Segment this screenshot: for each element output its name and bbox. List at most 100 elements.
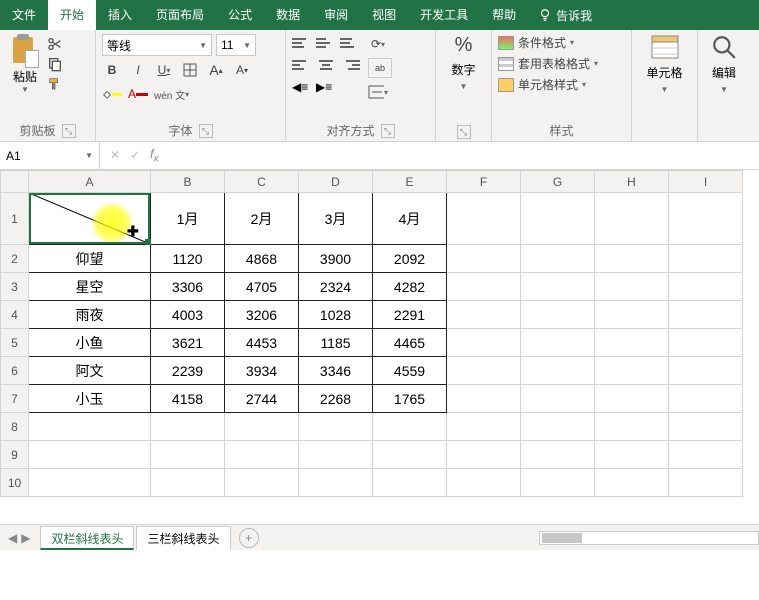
cell-E10[interactable] (373, 469, 447, 497)
cell-B6[interactable]: 2239 (151, 357, 225, 385)
cell-G8[interactable] (521, 413, 595, 441)
tab-help[interactable]: 帮助 (480, 0, 528, 30)
grow-font-button[interactable]: A▴ (206, 60, 226, 80)
cell-E1[interactable]: 4月 (373, 193, 447, 245)
cell-D4[interactable]: 1028 (299, 301, 373, 329)
font-name-select[interactable]: 等线▼ (102, 34, 212, 56)
cell-I10[interactable] (669, 469, 743, 497)
conditional-format-button[interactable]: 条件格式▾ (498, 34, 625, 51)
cut-button[interactable] (46, 36, 64, 52)
cell-I5[interactable] (669, 329, 743, 357)
cell-H9[interactable] (595, 441, 669, 469)
cell-A4[interactable]: 雨夜 (29, 301, 151, 329)
col-header-H[interactable]: H (595, 171, 669, 193)
cell-I1[interactable] (669, 193, 743, 245)
col-header-G[interactable]: G (521, 171, 595, 193)
cell-D2[interactable]: 3900 (299, 245, 373, 273)
cell-C7[interactable]: 2744 (225, 385, 299, 413)
cell-A6[interactable]: 阿文 (29, 357, 151, 385)
cell-C8[interactable] (225, 413, 299, 441)
cell-B2[interactable]: 1120 (151, 245, 225, 273)
col-header-E[interactable]: E (373, 171, 447, 193)
cell-G7[interactable] (521, 385, 595, 413)
cell-A2[interactable]: 仰望 (29, 245, 151, 273)
cell-E3[interactable]: 4282 (373, 273, 447, 301)
fill-color-button[interactable] (102, 84, 122, 104)
underline-button[interactable]: U▾ (154, 60, 174, 80)
cell-E9[interactable] (373, 441, 447, 469)
cell-D6[interactable]: 3346 (299, 357, 373, 385)
tab-scroll-left[interactable]: ◀ (8, 531, 17, 545)
cell-H5[interactable] (595, 329, 669, 357)
cell-F4[interactable] (447, 301, 521, 329)
shrink-font-button[interactable]: A▾ (232, 60, 252, 80)
cell-E4[interactable]: 2291 (373, 301, 447, 329)
cell-styles-button[interactable]: 单元格样式▾ (498, 76, 625, 93)
cell-B9[interactable] (151, 441, 225, 469)
cell-I6[interactable] (669, 357, 743, 385)
cell-H2[interactable] (595, 245, 669, 273)
cell-I9[interactable] (669, 441, 743, 469)
tab-developer[interactable]: 开发工具 (408, 0, 480, 30)
horizontal-scrollbar[interactable] (539, 531, 759, 545)
name-box[interactable]: A1 ▼ (0, 142, 100, 169)
cell-D3[interactable]: 2324 (299, 273, 373, 301)
cell-G4[interactable] (521, 301, 595, 329)
align-right-button[interactable] (340, 56, 360, 74)
cell-D1[interactable]: 3月 (299, 193, 373, 245)
tab-formulas[interactable]: 公式 (216, 0, 264, 30)
row-header-10[interactable]: 10 (1, 469, 29, 497)
formula-input[interactable] (174, 142, 759, 169)
cell-H4[interactable] (595, 301, 669, 329)
tab-pagelayout[interactable]: 页面布局 (144, 0, 216, 30)
add-sheet-button[interactable]: + (239, 528, 259, 548)
col-header-I[interactable]: I (669, 171, 743, 193)
col-header-D[interactable]: D (299, 171, 373, 193)
cell-F6[interactable] (447, 357, 521, 385)
cell-F1[interactable] (447, 193, 521, 245)
align-middle-button[interactable] (316, 34, 336, 52)
phonetic-button[interactable]: wén 文▾ (154, 84, 189, 104)
col-header-B[interactable]: B (151, 171, 225, 193)
tab-insert[interactable]: 插入 (96, 0, 144, 30)
cell-G1[interactable] (521, 193, 595, 245)
col-header-C[interactable]: C (225, 171, 299, 193)
tab-review[interactable]: 审阅 (312, 0, 360, 30)
cell-G5[interactable] (521, 329, 595, 357)
font-size-select[interactable]: 11▼ (216, 34, 256, 56)
sheet-tab-0[interactable]: 双栏斜线表头 (40, 526, 134, 550)
cell-C10[interactable] (225, 469, 299, 497)
cell-D9[interactable] (299, 441, 373, 469)
cell-H3[interactable] (595, 273, 669, 301)
cell-I8[interactable] (669, 413, 743, 441)
cell-G6[interactable] (521, 357, 595, 385)
cell-F5[interactable] (447, 329, 521, 357)
cell-E5[interactable]: 4465 (373, 329, 447, 357)
worksheet[interactable]: ABCDEFGHI1✚1月2月3月4月2仰望11204868390020923星… (0, 170, 759, 550)
cell-I7[interactable] (669, 385, 743, 413)
wrap-text-button[interactable]: ab (368, 58, 392, 78)
cell-A9[interactable] (29, 441, 151, 469)
cell-H1[interactable] (595, 193, 669, 245)
fx-icon[interactable]: fx (150, 147, 158, 164)
cell-B3[interactable]: 3306 (151, 273, 225, 301)
paste-button[interactable]: 粘贴 ▼ (6, 34, 44, 94)
format-painter-button[interactable] (46, 76, 64, 92)
decrease-indent-button[interactable]: ◀≡ (292, 78, 312, 96)
cancel-icon[interactable]: ✕ (110, 148, 120, 162)
cell-B8[interactable] (151, 413, 225, 441)
cell-E8[interactable] (373, 413, 447, 441)
orientation-button[interactable]: ⟳▾ (368, 34, 388, 54)
row-header-4[interactable]: 4 (1, 301, 29, 329)
cell-F3[interactable] (447, 273, 521, 301)
cell-A3[interactable]: 星空 (29, 273, 151, 301)
row-header-7[interactable]: 7 (1, 385, 29, 413)
row-header-2[interactable]: 2 (1, 245, 29, 273)
bold-button[interactable]: B (102, 60, 122, 80)
cell-D10[interactable] (299, 469, 373, 497)
row-header-8[interactable]: 8 (1, 413, 29, 441)
cell-H6[interactable] (595, 357, 669, 385)
cell-A8[interactable] (29, 413, 151, 441)
col-header-F[interactable]: F (447, 171, 521, 193)
row-header-3[interactable]: 3 (1, 273, 29, 301)
